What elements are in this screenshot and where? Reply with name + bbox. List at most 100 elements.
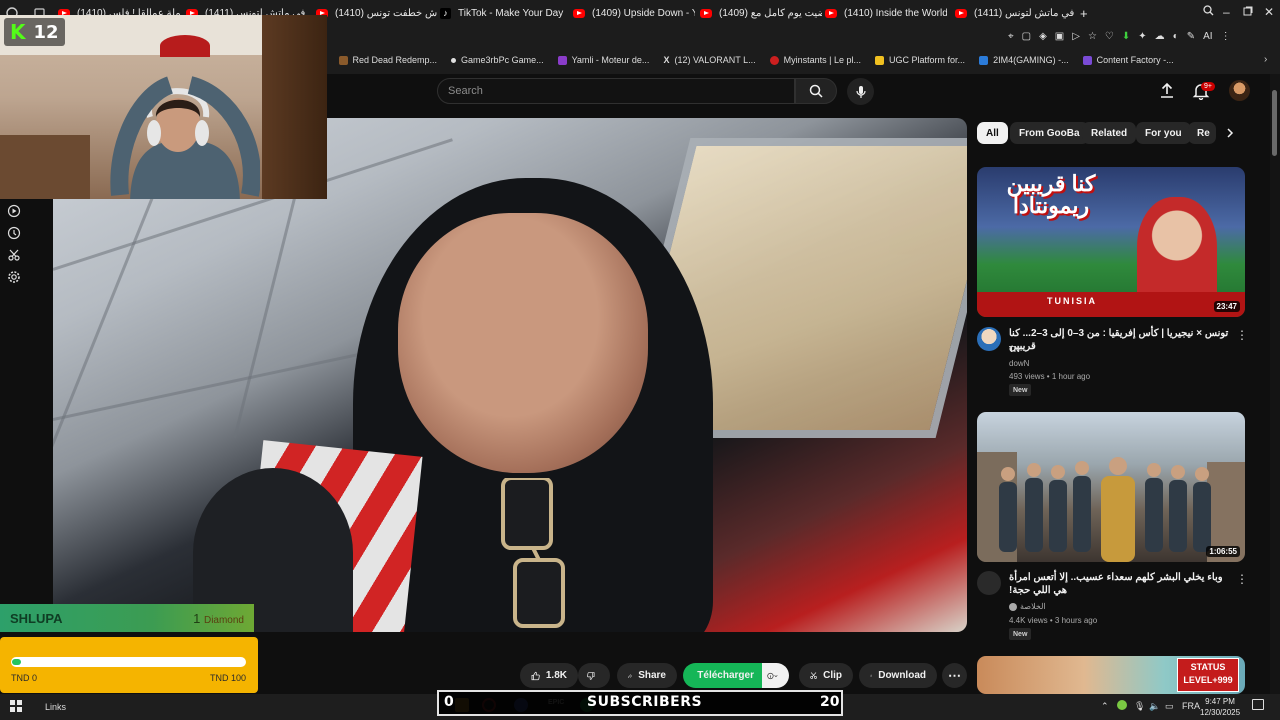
info-dropdown-icon — [767, 672, 778, 679]
bookmark-ugc[interactable]: UGC Platform for... — [875, 52, 965, 68]
channel-name[interactable]: TN — [1009, 345, 1020, 354]
chip-from-gooba[interactable]: From GooBa — [1010, 122, 1089, 144]
channel-avatar[interactable] — [977, 571, 1001, 595]
bookmark-label: Content Factory -... — [1096, 55, 1174, 65]
ai-extension[interactable]: AI — [1203, 31, 1212, 47]
bookmark-2im4[interactable]: 2IM4(GAMING) -... — [979, 52, 1069, 68]
browser-tab[interactable]: (1410) Inside the World's D — [825, 0, 947, 26]
share-button[interactable]: Share — [617, 663, 677, 688]
download-extension-icon[interactable]: ⬇ — [1122, 31, 1130, 47]
new-tab-button[interactable]: + — [1080, 0, 1094, 26]
more-actions-button[interactable]: ⋯ — [942, 663, 967, 688]
shield-icon[interactable]: ◈ — [1039, 31, 1047, 47]
channel-name-line2: dowN — [1009, 359, 1030, 368]
bookmark-content-factory[interactable]: Content Factory -... — [1082, 52, 1174, 68]
gear-icon[interactable] — [7, 270, 21, 284]
like-button[interactable]: 1.8K — [520, 663, 578, 688]
video-options-icon[interactable]: ⋮ — [1236, 572, 1248, 586]
tray-overflow-icon[interactable]: ⌃ — [1101, 701, 1109, 712]
search-icon — [809, 84, 823, 98]
bookmark-myinstants[interactable]: Myinstants | Le pl... — [769, 52, 861, 68]
profile-extension-icon[interactable]: ◐ — [1173, 31, 1179, 47]
translate-icon[interactable]: ▣ — [1055, 31, 1064, 47]
windows-start-icon[interactable] — [10, 700, 22, 712]
thumbnail-banner: TUNISIA — [977, 292, 1245, 317]
voice-search-button[interactable] — [847, 78, 874, 105]
clip-button[interactable]: Clip — [799, 663, 853, 688]
bookmark-x-valorant[interactable]: X (12) VALORANT L... — [663, 52, 755, 68]
search-tabs-icon[interactable] — [1203, 5, 1214, 19]
browser-tab[interactable]: (1409) قضيت يوم كامل مع — [700, 0, 822, 26]
video-options-icon[interactable]: ⋮ — [1236, 328, 1248, 342]
tray-app-icon[interactable] — [1117, 700, 1127, 710]
cloud-icon[interactable]: ☁ — [1155, 31, 1165, 47]
goal-max-label: TND 100 — [210, 673, 247, 683]
video-thumbnail[interactable]: كنا قريبين ريمونتادا TUNISIA 23:47 — [977, 167, 1245, 317]
pin-icon[interactable]: ⌖ — [1008, 31, 1014, 47]
links-toolbar[interactable]: Links — [45, 702, 66, 712]
bookmarks-bar: k Red Dead Redemp... Game3rbPc Game... Y… — [320, 52, 1188, 68]
play-circle-icon[interactable] — [7, 204, 21, 218]
close-icon[interactable]: ✕ — [1264, 5, 1274, 19]
video-thumbnail[interactable]: STATUS LEVEL+999 — [977, 656, 1245, 694]
microphone-tray-icon[interactable]: 🎙 — [1134, 701, 1145, 712]
search-button[interactable] — [795, 78, 837, 104]
heart-icon[interactable]: ♡ — [1105, 31, 1114, 47]
video-title[interactable]: وباء يخلي البشر كلهم سعداء عسيب.. إلا أت… — [1009, 571, 1229, 597]
bookmark-label: Red Dead Redemp... — [352, 55, 438, 65]
chip-related[interactable]: Related — [1082, 122, 1137, 144]
share-icon — [628, 673, 633, 678]
history-icon[interactable] — [7, 226, 21, 240]
telecharger-button[interactable]: Télécharger — [683, 663, 762, 688]
network-icon[interactable]: ▭ — [1165, 701, 1174, 712]
notification-center-icon[interactable] — [1252, 699, 1264, 710]
scrollbar-thumb[interactable] — [1272, 90, 1277, 156]
browser-tab[interactable]: (1409) Upside Down - You — [573, 0, 695, 26]
telecharger-label: Télécharger — [697, 670, 754, 681]
clip-label: Clip — [823, 670, 842, 681]
channel-name[interactable]: الخلاصة — [1009, 602, 1046, 611]
browser-tab[interactable]: ♪ TikTok - Make Your Day — [440, 0, 564, 26]
download-label: Download — [878, 670, 926, 681]
level-label: Diamond — [203, 614, 244, 626]
chip-all[interactable]: All — [977, 122, 1008, 144]
video-thumbnail[interactable]: 1:06:55 — [977, 412, 1245, 562]
volume-icon[interactable]: 🔈 — [1149, 701, 1160, 712]
new-badge: New — [1009, 384, 1032, 396]
video-title[interactable]: تونس × نيجيريا | كأس إفريقيا : من 3–0 إل… — [1009, 327, 1229, 353]
puzzle-icon[interactable]: ✦ — [1138, 31, 1146, 47]
download-button[interactable]: Download — [859, 663, 937, 688]
bookmark-game3rb[interactable]: Game3rbPc Game... — [451, 52, 544, 68]
verified-icon — [1009, 602, 1017, 611]
edit-icon[interactable]: ✎ — [1187, 31, 1195, 47]
browser-tab-active[interactable]: (1411) تفرحت في ماتش لتونس — [955, 0, 1077, 26]
screenshot-icon[interactable]: ▢ — [1022, 31, 1031, 47]
browser-tab[interactable]: (1410) كيفاش خطفت تونس — [316, 0, 438, 26]
tab-label: (1409) Upside Down - You — [592, 7, 695, 19]
maximize-button[interactable] — [1243, 5, 1253, 19]
system-clock[interactable]: 9:47 PM 12/30/2025 — [1200, 696, 1240, 718]
search-input[interactable]: Search — [437, 78, 795, 104]
clips-icon[interactable] — [7, 248, 21, 262]
dislike-button[interactable] — [578, 663, 610, 688]
star-icon[interactable]: ☆ — [1088, 31, 1097, 47]
account-avatar[interactable] — [1229, 80, 1250, 101]
page-scrollbar[interactable] — [1270, 74, 1280, 694]
chip-for-you[interactable]: For you — [1136, 122, 1191, 144]
kick-viewer-badge: K 12 — [4, 18, 65, 46]
play-extension-icon[interactable]: ▷ — [1072, 31, 1080, 47]
more-menu-icon[interactable]: ⋮ — [1221, 31, 1231, 47]
chips-next-button[interactable] — [1218, 122, 1242, 144]
minimize-button[interactable]: – — [1223, 5, 1230, 19]
channel-avatar[interactable] — [977, 327, 1001, 351]
supporter-name: SHLUPA — [10, 610, 63, 626]
bookmark-yamli[interactable]: Yamli - Moteur de... — [557, 52, 649, 68]
upload-button[interactable] — [1158, 82, 1176, 105]
telecharger-options-button[interactable] — [762, 663, 789, 688]
ceiling-grid-line — [53, 349, 377, 421]
bookmark-red-dead[interactable]: Red Dead Redemp... — [338, 52, 438, 68]
bookmarks-overflow-icon[interactable]: › — [1264, 54, 1267, 65]
thumbnail-status-badge: STATUS LEVEL+999 — [1177, 658, 1239, 692]
chip-recently-uploaded[interactable]: Re — [1188, 122, 1216, 144]
language-indicator[interactable]: FRA — [1182, 701, 1200, 711]
